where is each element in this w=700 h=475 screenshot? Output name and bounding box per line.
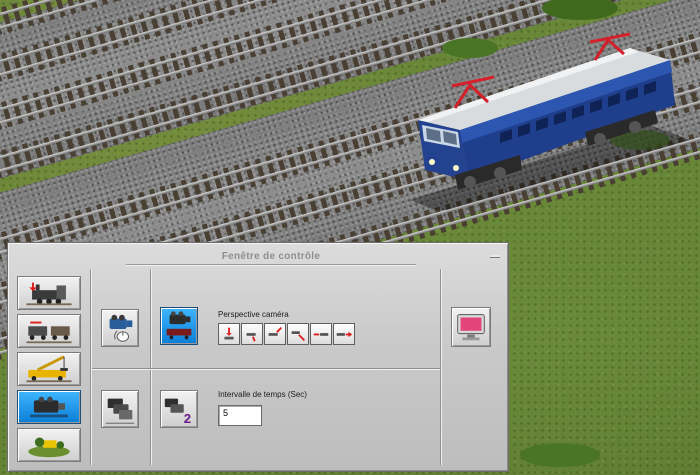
- title-divider: [126, 264, 416, 265]
- camera-sequence-icon: [105, 398, 135, 424]
- wagons-icon: [26, 321, 72, 344]
- monitor-icon: [457, 314, 485, 341]
- control-window: Fenêtre de contrôle 2 Perspective caméra…: [7, 242, 509, 472]
- arrow-up-right-icon: [268, 326, 283, 336]
- electric-locomotive[interactable]: [400, 30, 700, 210]
- locomotive-mode-button[interactable]: [17, 276, 81, 310]
- divider: [90, 269, 91, 465]
- camera-rear-left-button[interactable]: [333, 323, 355, 345]
- wagons-mode-button[interactable]: [17, 314, 81, 348]
- landscape-icon: [28, 437, 70, 458]
- arrow-down-right-icon: [246, 333, 256, 342]
- camera-perspective-button[interactable]: [160, 307, 198, 345]
- monitor-view-button[interactable]: [451, 307, 491, 347]
- arrow-right-icon: [336, 331, 353, 338]
- time-camera-button[interactable]: [101, 390, 139, 428]
- camera-mode-button[interactable]: [17, 390, 81, 424]
- control-window-title: Fenêtre de contrôle: [221, 251, 321, 262]
- locomotive-icon: [26, 282, 72, 306]
- time-interval-label: Intervalle de temps (Sec): [218, 390, 307, 399]
- camera-rear-button[interactable]: [310, 323, 332, 345]
- divider: [440, 269, 441, 465]
- arrow-diagonal-icon: [291, 331, 306, 342]
- arrow-down-icon: [224, 327, 234, 340]
- camera-front-button[interactable]: [218, 323, 240, 345]
- camera-two-icon: 2: [164, 398, 191, 426]
- divider: [92, 368, 440, 369]
- crane-wagon-icon: [26, 355, 72, 383]
- camera-rear-right-button[interactable]: [287, 323, 309, 345]
- crane-mode-button[interactable]: [17, 352, 81, 386]
- camera-mouse-icon: [109, 314, 133, 342]
- camera-direction-group: [218, 323, 358, 345]
- landscape-mode-button[interactable]: [17, 428, 81, 462]
- mouse-camera-button[interactable]: [101, 309, 139, 347]
- divider: [150, 269, 151, 465]
- arrow-left-icon: [313, 333, 329, 336]
- camera-perspective-label: Perspective caméra: [218, 310, 289, 319]
- time-interval-input[interactable]: 5: [218, 405, 262, 426]
- camera-wagon-icon: [30, 396, 68, 418]
- svg-text:2: 2: [184, 411, 191, 426]
- camera-side-right-button[interactable]: [264, 323, 286, 345]
- minimize-button[interactable]: [490, 255, 500, 258]
- camera-front-right-button[interactable]: [241, 323, 263, 345]
- camera-locomotive-icon: [166, 311, 192, 340]
- camera-interval-button[interactable]: 2: [160, 390, 198, 428]
